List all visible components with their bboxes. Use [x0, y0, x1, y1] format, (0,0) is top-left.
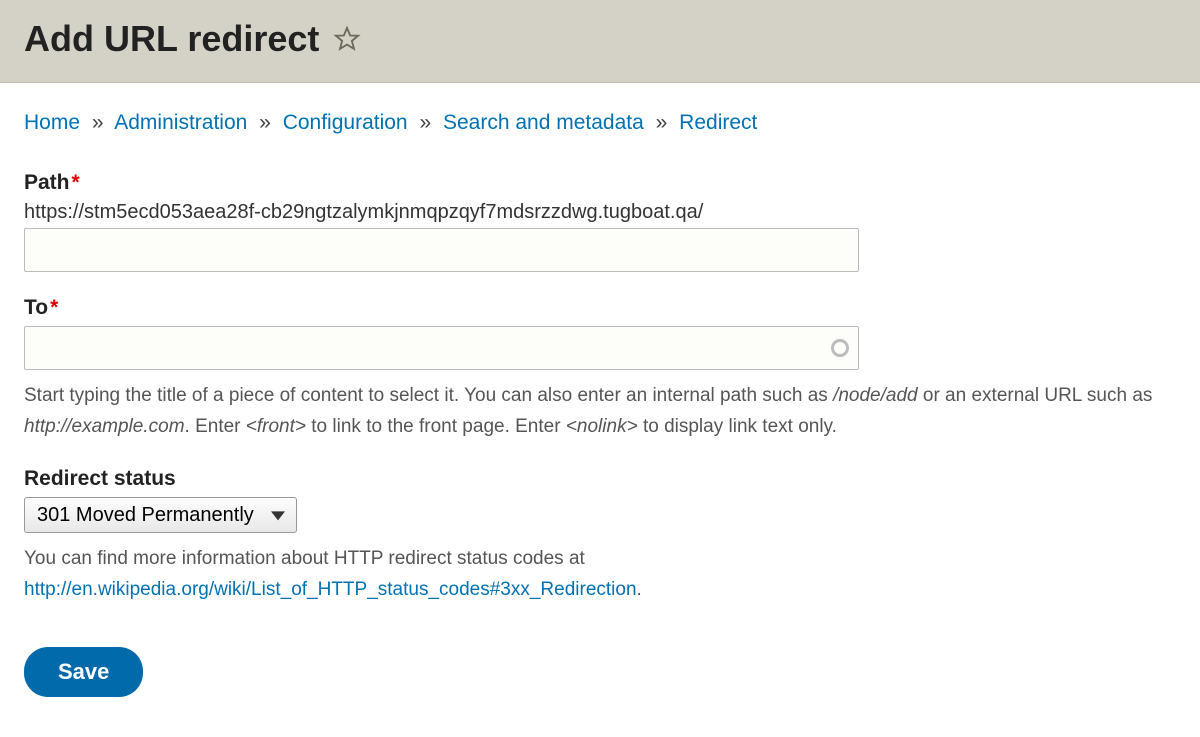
favorite-star-icon[interactable] [333, 25, 361, 53]
to-desc-em: /node/add [833, 385, 918, 406]
save-button[interactable]: Save [24, 647, 143, 697]
to-input[interactable] [24, 326, 859, 370]
breadcrumb-home[interactable]: Home [24, 111, 80, 134]
required-marker: * [50, 296, 58, 319]
redirect-status-label: Redirect status [24, 467, 1176, 491]
to-desc-em: <front> [246, 416, 306, 437]
breadcrumb-administration[interactable]: Administration [114, 111, 247, 134]
breadcrumb-redirect[interactable]: Redirect [679, 111, 757, 134]
page-title: Add URL redirect [24, 18, 319, 60]
to-label: To* [24, 296, 1176, 320]
form-item-redirect-status: Redirect status 301 Moved Permanently Yo… [24, 467, 1176, 606]
to-desc-text: to link to the front page. Enter [306, 416, 566, 437]
status-desc-suffix: . [637, 579, 642, 600]
breadcrumb-configuration[interactable]: Configuration [283, 111, 408, 134]
to-desc-em: http://example.com [24, 416, 185, 437]
breadcrumb-separator: » [92, 111, 104, 134]
required-marker: * [72, 171, 80, 194]
breadcrumb-search-and-metadata[interactable]: Search and metadata [443, 111, 644, 134]
to-label-text: To [24, 296, 48, 319]
form-item-to: To* Start typing the title of a piece of… [24, 296, 1176, 443]
status-desc-text: You can find more information about HTTP… [24, 548, 585, 569]
breadcrumb-separator: » [419, 111, 431, 134]
path-prefix: https://stm5ecd053aea28f-cb29ngtzalymkjn… [24, 201, 1176, 224]
redirect-status-select[interactable]: 301 Moved Permanently [24, 497, 297, 533]
path-label-text: Path [24, 171, 70, 194]
breadcrumb: Home » Administration » Configuration » … [24, 111, 1176, 135]
to-desc-text: or an external URL such as [918, 385, 1153, 406]
to-desc-em: <nolink> [566, 416, 638, 437]
form-item-path: Path* https://stm5ecd053aea28f-cb29ngtza… [24, 171, 1176, 272]
path-label: Path* [24, 171, 1176, 195]
to-desc-text: . Enter [185, 416, 246, 437]
to-description: Start typing the title of a piece of con… [24, 380, 1176, 443]
status-codes-link[interactable]: http://en.wikipedia.org/wiki/List_of_HTT… [24, 579, 637, 600]
to-desc-text: to display link text only. [638, 416, 837, 437]
redirect-status-description: You can find more information about HTTP… [24, 543, 1176, 606]
page-header: Add URL redirect [0, 0, 1200, 83]
breadcrumb-separator: » [259, 111, 271, 134]
to-desc-text: Start typing the title of a piece of con… [24, 385, 833, 406]
path-input[interactable] [24, 228, 859, 272]
breadcrumb-separator: » [656, 111, 668, 134]
